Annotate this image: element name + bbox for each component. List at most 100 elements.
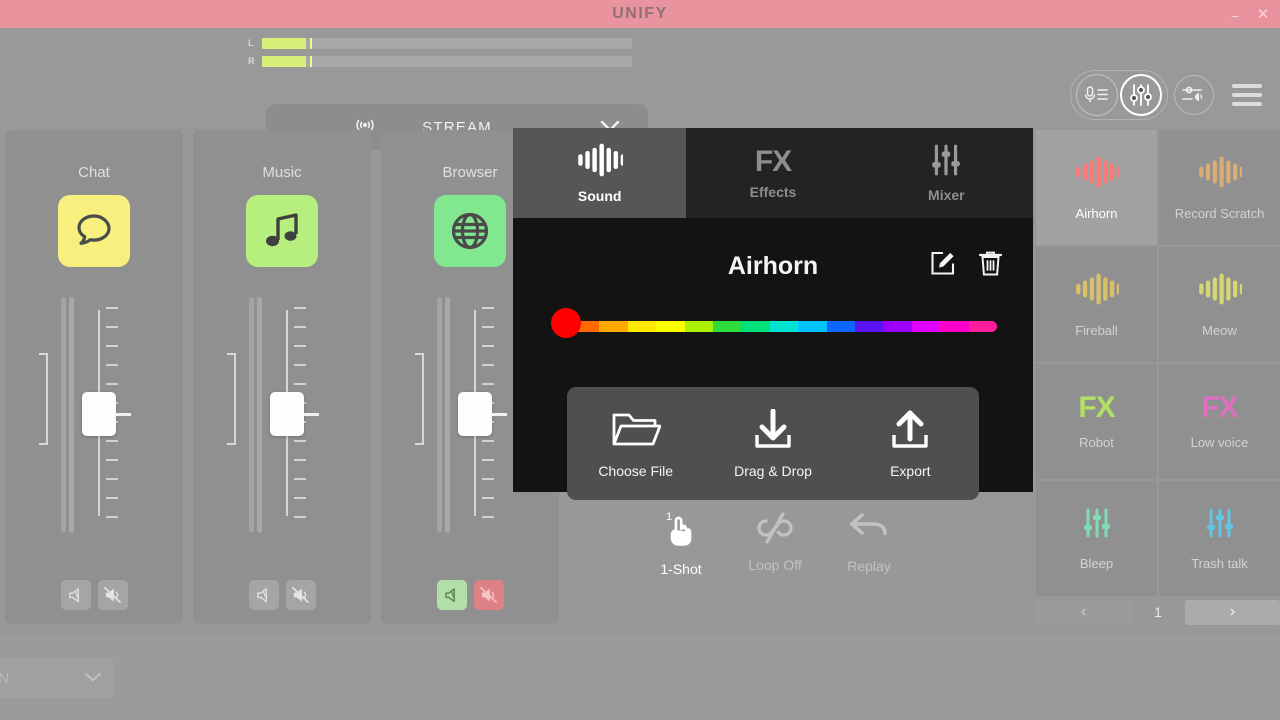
playback-mode-replay[interactable]: Replay xyxy=(828,511,910,574)
fader-knob[interactable] xyxy=(458,392,492,436)
color-swatch-track[interactable] xyxy=(571,321,997,332)
sound-name: Airhorn xyxy=(727,251,819,280)
channel-strip-chat: Chat xyxy=(5,130,183,624)
minimize-button[interactable]: – xyxy=(1226,9,1244,22)
fader-rail xyxy=(445,297,450,533)
color-swatch[interactable] xyxy=(627,321,657,332)
vu-fill-r xyxy=(262,55,307,67)
prev-page-button[interactable]: ‹ xyxy=(1036,599,1131,625)
fader-knob[interactable] xyxy=(270,392,304,436)
vu-meter-row-r: R xyxy=(248,54,632,68)
mic-list-icon[interactable] xyxy=(1076,74,1118,116)
solo-button[interactable] xyxy=(248,580,279,610)
mute-button[interactable] xyxy=(473,580,504,610)
mute-button[interactable] xyxy=(285,580,316,610)
sound-tile-robot[interactable]: FX Robot xyxy=(1036,364,1157,479)
color-swatch[interactable] xyxy=(940,321,969,332)
file-action-group: Choose File Drag & Drop Export xyxy=(567,387,979,500)
fader-knob-indicator xyxy=(116,413,131,416)
chevron-down-icon xyxy=(84,671,102,685)
mixer-sliders-icon[interactable] xyxy=(1120,74,1162,116)
vu-label-r: R xyxy=(248,56,255,66)
color-swatch[interactable] xyxy=(968,321,997,332)
bottom-bar: STEN MONITOR No Output Selected xyxy=(0,636,1280,720)
fader-rail xyxy=(437,297,442,533)
fader-rail xyxy=(61,297,66,533)
solo-button[interactable] xyxy=(60,580,91,610)
close-button[interactable]: ✕ xyxy=(1254,7,1272,22)
editor-tab-effects[interactable]: FX Effects xyxy=(686,128,859,218)
sound-tile-label: Record Scratch xyxy=(1174,205,1265,221)
file-action-drag-drop[interactable]: Drag & Drop xyxy=(704,408,841,479)
mixer-icon xyxy=(929,143,963,180)
channel-title: Chat xyxy=(78,164,110,181)
editor-tab-label: Mixer xyxy=(928,187,965,203)
edit-pencil-icon[interactable] xyxy=(929,250,956,282)
sound-tile-record-scratch[interactable]: Record Scratch xyxy=(1159,130,1280,245)
color-picker-thumb[interactable] xyxy=(551,308,581,338)
color-swatch[interactable] xyxy=(798,321,827,332)
color-swatch[interactable] xyxy=(741,321,770,332)
globe-icon[interactable] xyxy=(434,195,506,267)
color-swatch[interactable] xyxy=(911,321,941,332)
vu-peak-r xyxy=(310,55,313,67)
output-settings-icon[interactable] xyxy=(1174,75,1214,115)
download-arrow-icon xyxy=(749,408,797,452)
color-swatch[interactable] xyxy=(769,321,799,332)
channel-buttons xyxy=(5,580,183,610)
waveform-icon xyxy=(577,142,625,181)
trash-icon[interactable] xyxy=(978,250,1003,282)
channel-fader[interactable] xyxy=(410,297,530,533)
sound-tile-label: Trash talk xyxy=(1191,555,1248,571)
sound-tile-meow[interactable]: Meow xyxy=(1159,247,1280,362)
solo-button[interactable] xyxy=(436,580,467,610)
color-swatch[interactable] xyxy=(684,321,714,332)
playback-mode-label: 1-Shot xyxy=(660,560,702,577)
vu-meter-row-l: L xyxy=(248,36,632,50)
vu-track-r xyxy=(262,55,632,67)
vu-meters: L R xyxy=(248,36,632,72)
sound-tile-airhorn[interactable]: Airhorn xyxy=(1036,130,1157,245)
folder-open-icon xyxy=(611,409,662,452)
channel-title: Music xyxy=(262,164,302,181)
next-page-button[interactable]: › xyxy=(1184,599,1280,625)
sound-tile-fireball[interactable]: Fireball xyxy=(1036,247,1157,362)
color-swatch[interactable] xyxy=(883,321,912,332)
channel-fader[interactable] xyxy=(34,297,154,533)
chat-bubble-icon[interactable] xyxy=(58,195,130,267)
color-swatch[interactable] xyxy=(826,321,856,332)
fader-range-bracket xyxy=(39,353,48,445)
color-swatch[interactable] xyxy=(713,321,742,332)
fader-rail xyxy=(69,297,74,533)
music-note-icon[interactable] xyxy=(246,195,318,267)
editor-tab-mixer[interactable]: Mixer xyxy=(860,128,1033,218)
color-swatch[interactable] xyxy=(855,321,884,332)
sound-tile-trash-talk[interactable]: Trash talk xyxy=(1159,481,1280,596)
color-picker[interactable] xyxy=(545,308,1001,344)
sound-tile-bleep[interactable]: Bleep xyxy=(1036,481,1157,596)
listen-dropdown[interactable]: STEN xyxy=(0,658,114,698)
file-action-export[interactable]: Export xyxy=(842,409,979,479)
sound-name-row: Airhorn xyxy=(535,246,1011,286)
hamburger-line xyxy=(1232,93,1262,97)
editor-tab-sound[interactable]: Sound xyxy=(513,128,687,218)
mute-button[interactable] xyxy=(97,580,128,610)
replay-arrow-icon xyxy=(848,511,890,550)
color-swatch[interactable] xyxy=(656,321,685,332)
playback-mode-row: 1 1-Shot Loop Off Replay xyxy=(640,500,910,584)
channel-fader[interactable] xyxy=(222,297,342,533)
fader-knob-indicator xyxy=(492,413,507,416)
sound-tile-low-voice[interactable]: FX Low voice xyxy=(1159,364,1280,479)
color-swatch[interactable] xyxy=(599,321,628,332)
playback-mode-loop-off[interactable]: Loop Off xyxy=(734,511,816,573)
hamburger-menu-icon[interactable] xyxy=(1232,84,1262,106)
page-number: 1 xyxy=(1154,604,1162,620)
fx-icon: FX xyxy=(1078,391,1115,424)
file-action-choose-file[interactable]: Choose File xyxy=(567,409,704,479)
one-shot-hand-icon: 1 xyxy=(661,508,701,553)
playback-mode-1-shot[interactable]: 1 1-Shot xyxy=(640,508,722,577)
playback-mode-label: Replay xyxy=(847,557,891,574)
vu-label-l: L xyxy=(248,38,254,48)
fader-knob[interactable] xyxy=(82,392,116,436)
svg-text:1: 1 xyxy=(666,511,672,523)
